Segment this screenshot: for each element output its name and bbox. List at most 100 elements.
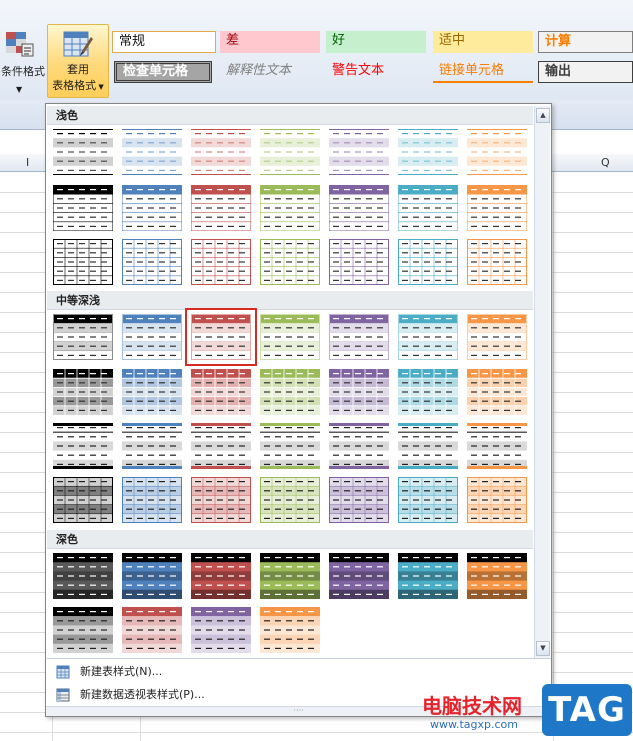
table-style-d1-6[interactable] bbox=[398, 553, 458, 599]
excel-window: I Q 条件格式 ▼ 套用 表格格式 ▼ 常规 差 好 适中 计算 检查单元格 … bbox=[0, 0, 633, 741]
conditional-format-button[interactable]: 条件格式 ▼ bbox=[0, 26, 48, 96]
table-style-m2-7[interactable] bbox=[467, 369, 527, 415]
table-style-m1-5[interactable] bbox=[329, 314, 389, 360]
cell-style-bad[interactable]: 差 bbox=[220, 31, 320, 53]
table-style-m3-2[interactable] bbox=[122, 423, 182, 469]
cell-style-normal[interactable]: 常规 bbox=[112, 31, 216, 53]
cell-style-neutral[interactable]: 适中 bbox=[433, 31, 533, 53]
table-style-l3-7[interactable] bbox=[467, 239, 527, 285]
new-table-style-icon bbox=[56, 665, 70, 679]
table-style-d2-3[interactable] bbox=[191, 607, 251, 653]
table-style-m2-1[interactable] bbox=[53, 369, 113, 415]
cell-style-calculation[interactable]: 计算 bbox=[538, 31, 633, 53]
table-style-l2-7[interactable] bbox=[466, 184, 528, 232]
table-style-l1-6[interactable] bbox=[398, 129, 458, 175]
table-style-l1-2[interactable] bbox=[122, 129, 182, 175]
table-style-m3-1[interactable] bbox=[53, 423, 113, 469]
table-style-m2-3[interactable] bbox=[191, 369, 251, 415]
table-style-l2-4[interactable] bbox=[259, 184, 321, 232]
table-style-l3-2[interactable] bbox=[122, 239, 182, 285]
new-pivot-style-icon bbox=[56, 688, 70, 702]
table-style-l3-1[interactable] bbox=[53, 239, 113, 285]
table-style-l2-6[interactable] bbox=[397, 184, 459, 232]
table-style-l3-5[interactable] bbox=[329, 239, 389, 285]
table-style-d2-2[interactable] bbox=[122, 607, 182, 653]
cell-style-output[interactable]: 输出 bbox=[538, 61, 633, 83]
table-style-m1-4[interactable] bbox=[260, 314, 320, 360]
table-style-m3-7[interactable] bbox=[467, 423, 527, 469]
table-style-m2-2[interactable] bbox=[122, 369, 182, 415]
cell-style-explanatory[interactable]: 解释性文本 bbox=[220, 61, 320, 83]
conditional-format-label: 条件格式 bbox=[1, 65, 45, 78]
gallery-scrollbar[interactable]: ▲ ▼ bbox=[534, 106, 550, 658]
table-style-medium-selected[interactable] bbox=[185, 308, 257, 366]
table-style-m3-3[interactable] bbox=[191, 423, 251, 469]
table-style-m4-2[interactable] bbox=[122, 477, 182, 523]
table-style-d1-7[interactable] bbox=[467, 553, 527, 599]
table-style-d1-2[interactable] bbox=[122, 553, 182, 599]
table-style-m2-5[interactable] bbox=[329, 369, 389, 415]
chevron-down-icon: ▼ bbox=[96, 83, 104, 91]
watermark-tag-logo: TAG bbox=[542, 684, 632, 736]
table-style-gallery: 浅色 中等深浅 深色 ▲ ▼ 新建表样式(N)... 新建数据透视表样式(P).… bbox=[45, 103, 552, 717]
table-style-m2-4[interactable] bbox=[260, 369, 320, 415]
scroll-down-button[interactable]: ▼ bbox=[536, 641, 550, 656]
table-style-d2-1[interactable] bbox=[53, 607, 113, 653]
table-style-m3-4[interactable] bbox=[260, 423, 320, 469]
table-style-l1-7[interactable] bbox=[467, 129, 527, 175]
table-style-l3-3[interactable] bbox=[191, 239, 251, 285]
new-table-style-label: 新建表样式(N)... bbox=[80, 665, 163, 678]
table-style-d1-4[interactable] bbox=[260, 553, 320, 599]
column-header-q[interactable]: Q bbox=[601, 154, 610, 172]
column-header-i[interactable]: I bbox=[26, 154, 29, 172]
chevron-up-icon: ▲ bbox=[540, 111, 546, 119]
table-style-m4-5[interactable] bbox=[329, 477, 389, 523]
table-style-d1-3[interactable] bbox=[191, 553, 251, 599]
table-style-m4-3[interactable] bbox=[191, 477, 251, 523]
table-style-m1-1[interactable] bbox=[53, 314, 113, 360]
table-style-m1-2[interactable] bbox=[122, 314, 182, 360]
table-style-m1-7[interactable] bbox=[467, 314, 527, 360]
table-style-l3-4[interactable] bbox=[260, 239, 320, 285]
cell-style-good[interactable]: 好 bbox=[326, 31, 426, 53]
watermark-site-name: 电脑技术网 bbox=[422, 694, 522, 718]
cell-style-warning[interactable]: 警告文本 bbox=[326, 61, 426, 83]
table-style-l2-5[interactable] bbox=[328, 184, 390, 232]
menu-divider bbox=[47, 658, 551, 659]
format-as-table-label-2: 表格格式 ▼ bbox=[48, 78, 108, 95]
section-header-light: 浅色 bbox=[47, 106, 533, 125]
cell-style-linked-cell[interactable]: 链接单元格 bbox=[433, 61, 533, 83]
watermark-url: www.tagxp.com bbox=[430, 718, 518, 731]
format-as-table-icon bbox=[63, 31, 93, 57]
new-table-style-menu-item[interactable]: 新建表样式(N)... bbox=[48, 661, 533, 683]
section-header-medium: 中等深浅 bbox=[47, 291, 533, 310]
table-style-d1-1[interactable] bbox=[53, 553, 113, 599]
table-style-m3-5[interactable] bbox=[329, 423, 389, 469]
chevron-down-icon: ▼ bbox=[540, 644, 546, 652]
table-style-m3-6[interactable] bbox=[398, 423, 458, 469]
table-style-m4-4[interactable] bbox=[260, 477, 320, 523]
watermark: 电脑技术网 www.tagxp.com TAG bbox=[416, 684, 633, 741]
table-style-l3-6[interactable] bbox=[398, 239, 458, 285]
scroll-up-button[interactable]: ▲ bbox=[536, 108, 550, 123]
table-style-l1-4[interactable] bbox=[260, 129, 320, 175]
table-style-l2-1[interactable] bbox=[52, 184, 114, 232]
table-style-m1-6[interactable] bbox=[398, 314, 458, 360]
format-as-table-button[interactable]: 套用 表格格式 ▼ bbox=[47, 24, 109, 98]
format-as-table-label-2-text: 表格格式 bbox=[52, 79, 97, 92]
table-style-m4-6[interactable] bbox=[398, 477, 458, 523]
cell-style-check-cell[interactable]: 检查单元格 bbox=[114, 61, 212, 83]
table-style-m4-1[interactable] bbox=[53, 477, 113, 523]
table-style-d2-4[interactable] bbox=[260, 607, 320, 653]
column-gridline bbox=[553, 172, 554, 741]
table-style-l1-5[interactable] bbox=[329, 129, 389, 175]
table-style-l2-3[interactable] bbox=[190, 184, 252, 232]
table-style-l2-2[interactable] bbox=[121, 184, 183, 232]
table-style-d1-5[interactable] bbox=[329, 553, 389, 599]
section-header-dark: 深色 bbox=[47, 530, 533, 549]
table-style-m4-7[interactable] bbox=[467, 477, 527, 523]
table-style-m2-6[interactable] bbox=[398, 369, 458, 415]
table-style-l1-3[interactable] bbox=[191, 129, 251, 175]
table-style-l1-1[interactable] bbox=[53, 129, 113, 175]
new-pivot-style-label: 新建数据透视表样式(P)... bbox=[80, 688, 205, 701]
